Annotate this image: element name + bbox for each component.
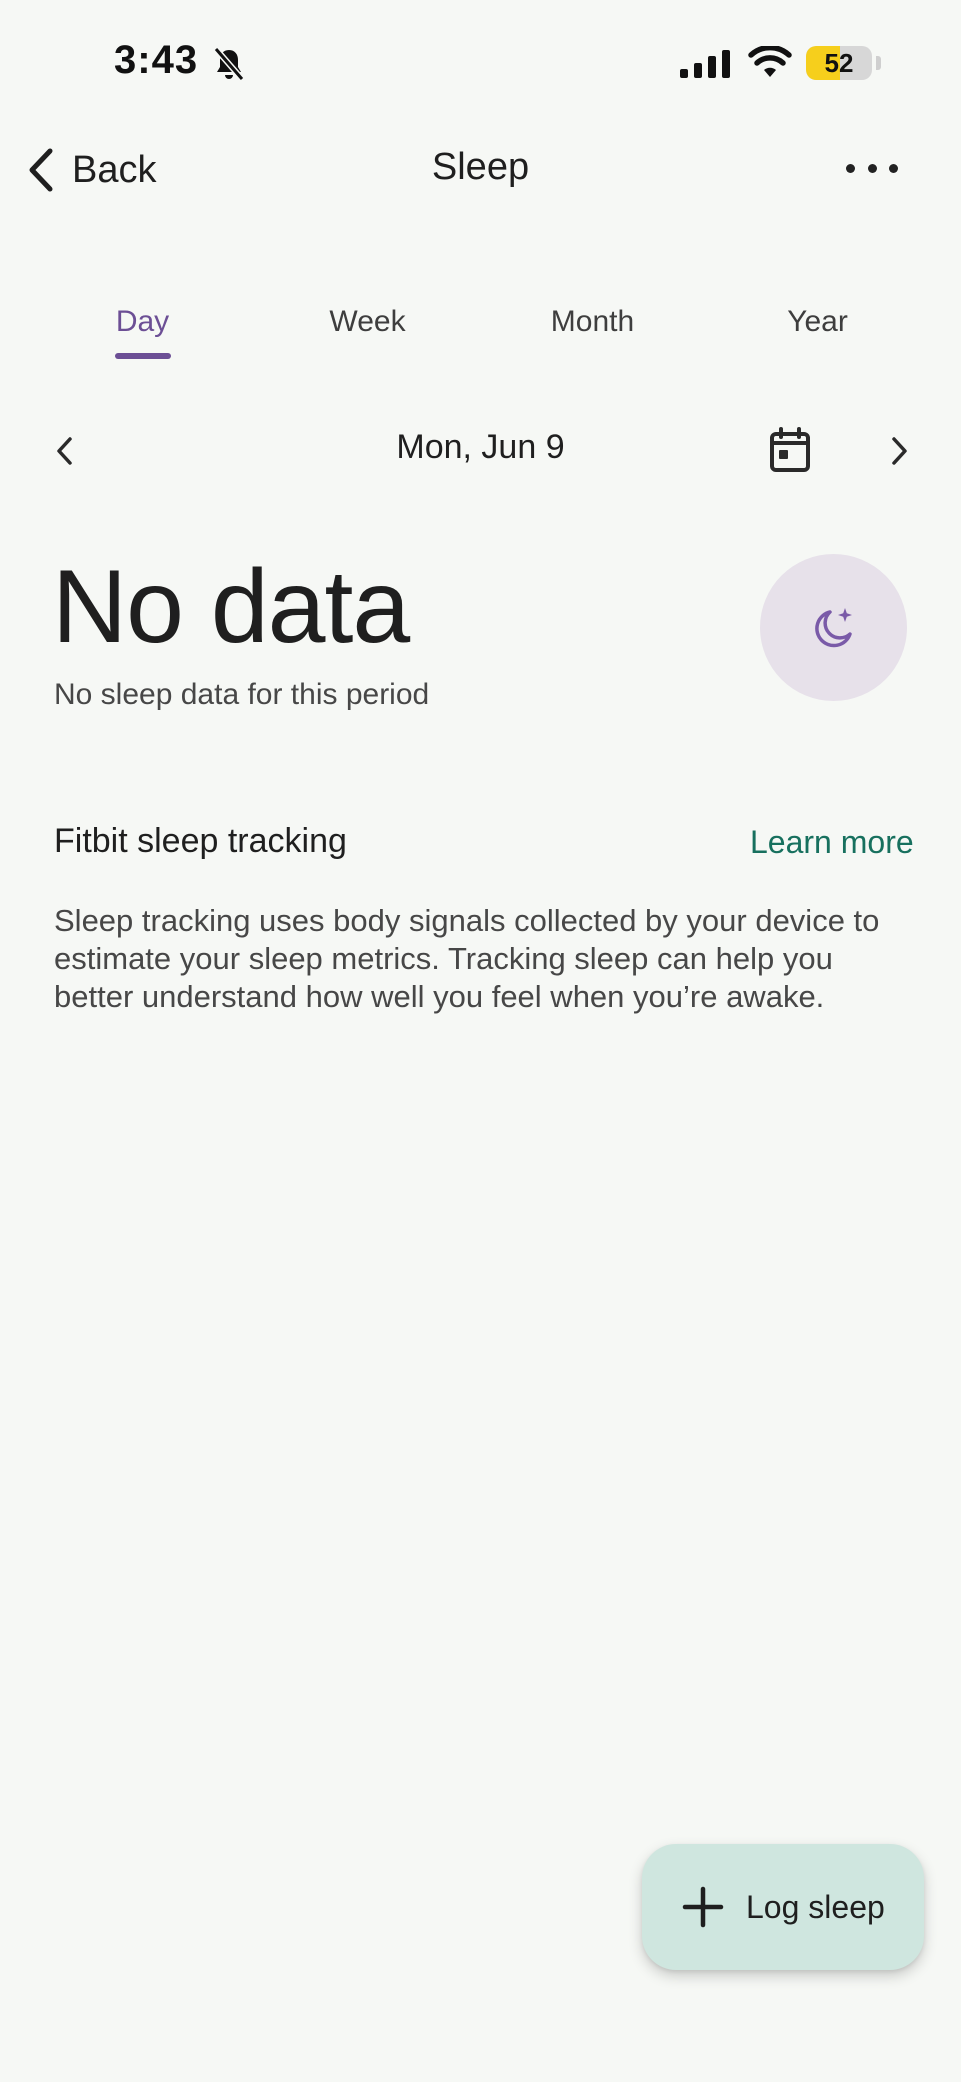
- tab-year-label: Year: [787, 305, 848, 338]
- tab-month[interactable]: Month: [480, 295, 705, 375]
- more-horizontal-icon: [846, 163, 855, 173]
- cellular-signal-icon: [680, 50, 730, 78]
- moon-stars-icon: [814, 607, 852, 647]
- page-title: Sleep: [431, 146, 530, 188]
- section-description: Sleep tracking uses body signals collect…: [54, 903, 880, 1014]
- sleep-icon-badge: [760, 554, 907, 701]
- tab-day[interactable]: Day: [30, 295, 255, 375]
- active-tab-indicator: [114, 353, 171, 359]
- more-options-button[interactable]: [846, 150, 898, 186]
- selected-date: Mon, Jun 9: [396, 428, 565, 466]
- next-day-button[interactable]: [884, 433, 914, 469]
- plus-icon: [682, 1886, 724, 1928]
- section-title: Fitbit sleep tracking: [54, 822, 347, 860]
- log-sleep-label: Log sleep: [746, 1888, 885, 1925]
- battery-percentage: 52: [824, 48, 854, 78]
- wifi-icon: [748, 46, 792, 77]
- calendar-icon[interactable]: [768, 426, 812, 474]
- learn-more-link[interactable]: Learn more: [750, 824, 914, 861]
- status-time: 3:43: [114, 38, 199, 82]
- no-data-headline: No data: [52, 549, 410, 665]
- bell-slash-icon: [213, 47, 245, 81]
- tab-month-label: Month: [550, 305, 635, 338]
- tab-day-label: Day: [115, 305, 170, 338]
- tab-year[interactable]: Year: [705, 295, 930, 375]
- log-sleep-button[interactable]: Log sleep: [642, 1844, 924, 1970]
- tab-week-label: Week: [329, 305, 406, 338]
- period-tabs: Day Week Month Year: [30, 295, 930, 375]
- tab-week[interactable]: Week: [255, 295, 480, 375]
- no-data-subtitle: No sleep data for this period: [54, 678, 430, 711]
